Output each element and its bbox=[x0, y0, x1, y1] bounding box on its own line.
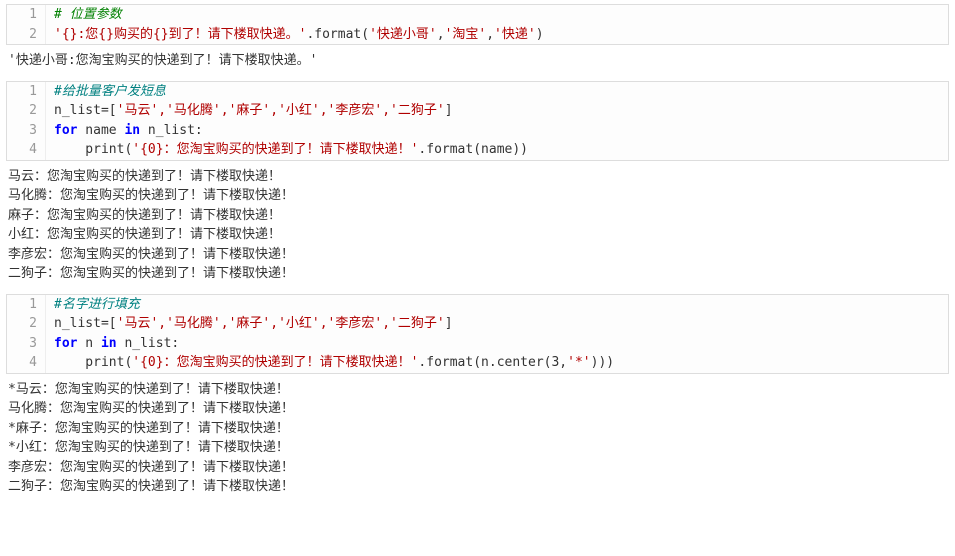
code-row: 3 for name in n_list: bbox=[7, 121, 948, 141]
code-row: 1 # 位置参数 bbox=[7, 5, 948, 25]
line-number: 4 bbox=[7, 140, 46, 160]
format-rest: .format(n.center(3, bbox=[418, 355, 567, 370]
code-row: 1 #给批量客户发短息 bbox=[7, 82, 948, 102]
string-literal: '{}:您{}购买的{}到了！请下楼取快递。' bbox=[54, 27, 306, 42]
star-arg: '*' bbox=[567, 355, 590, 370]
print-call: print( bbox=[54, 142, 132, 157]
code-row: 2 n_list=['马云','马化腾','麻子','小红','李彦宏','二狗… bbox=[7, 101, 948, 121]
code-content: n_list=['马云','马化腾','麻子','小红','李彦宏','二狗子'… bbox=[46, 101, 453, 121]
format-rest: .format(name)) bbox=[418, 142, 528, 157]
code-row: 1 #名字进行填充 bbox=[7, 295, 948, 315]
code-row: 3 for n in n_list: bbox=[7, 334, 948, 354]
string-arg: '淘宝' bbox=[445, 27, 487, 42]
bracket-close: ] bbox=[445, 103, 453, 118]
code-content: for name in n_list: bbox=[46, 121, 203, 141]
comma: , bbox=[437, 27, 445, 42]
comment: # 位置参数 bbox=[54, 7, 122, 22]
line-number: 1 bbox=[7, 295, 46, 315]
loop-rest: n_list: bbox=[140, 123, 203, 138]
comment: #名字进行填充 bbox=[54, 297, 140, 312]
code-block-1: 1 # 位置参数 2 '{}:您{}购买的{}到了！请下楼取快递。'.forma… bbox=[6, 4, 949, 45]
string-arg: '快递小哥' bbox=[369, 27, 437, 42]
code-row: 2 '{}:您{}购买的{}到了！请下楼取快递。'.format('快递小哥',… bbox=[7, 25, 948, 45]
loop-rest: n_list: bbox=[117, 336, 180, 351]
comma: , bbox=[486, 27, 494, 42]
code-block-3: 1 #名字进行填充 2 n_list=['马云','马化腾','麻子','小红'… bbox=[6, 294, 949, 374]
code-row: 4 print('{0}：您淘宝购买的快递到了！请下楼取快递！'.format(… bbox=[7, 353, 948, 373]
line-number: 2 bbox=[7, 101, 46, 121]
keyword-in: in bbox=[124, 123, 140, 138]
line-number: 1 bbox=[7, 82, 46, 102]
paren-close: ))) bbox=[591, 355, 614, 370]
line-number: 3 bbox=[7, 334, 46, 354]
format-string: '{0}：您淘宝购买的快递到了！请下楼取快递！' bbox=[132, 142, 418, 157]
output-2: 马云：您淘宝购买的快递到了！请下楼取快递！ 马化腾：您淘宝购买的快递到了！请下楼… bbox=[8, 167, 947, 284]
line-number: 2 bbox=[7, 25, 46, 45]
code-content: for n in n_list: bbox=[46, 334, 179, 354]
loop-var: name bbox=[77, 123, 124, 138]
output-3: *马云：您淘宝购买的快递到了！请下楼取快递！ 马化腾：您淘宝购买的快递到了！请下… bbox=[8, 380, 947, 497]
code-row: 4 print('{0}：您淘宝购买的快递到了！请下楼取快递！'.format(… bbox=[7, 140, 948, 160]
list-items: '马云','马化腾','麻子','小红','李彦宏','二狗子' bbox=[117, 103, 445, 118]
list-items: '马云','马化腾','麻子','小红','李彦宏','二狗子' bbox=[117, 316, 445, 331]
format-call: .format( bbox=[306, 27, 369, 42]
line-number: 3 bbox=[7, 121, 46, 141]
line-number: 1 bbox=[7, 5, 46, 25]
code-content: print('{0}：您淘宝购买的快递到了！请下楼取快递！'.format(n.… bbox=[46, 353, 614, 373]
code-content: print('{0}：您淘宝购买的快递到了！请下楼取快递！'.format(na… bbox=[46, 140, 528, 160]
code-row: 2 n_list=['马云','马化腾','麻子','小红','李彦宏','二狗… bbox=[7, 314, 948, 334]
paren-close: ) bbox=[536, 27, 544, 42]
code-content: n_list=['马云','马化腾','麻子','小红','李彦宏','二狗子'… bbox=[46, 314, 453, 334]
line-number: 4 bbox=[7, 353, 46, 373]
code-content: #给批量客户发短息 bbox=[46, 82, 166, 102]
code-content: # 位置参数 bbox=[46, 5, 122, 25]
var-assign: n_list=[ bbox=[54, 316, 117, 331]
code-content: '{}:您{}购买的{}到了！请下楼取快递。'.format('快递小哥','淘… bbox=[46, 25, 544, 45]
format-string: '{0}：您淘宝购买的快递到了！请下楼取快递！' bbox=[132, 355, 418, 370]
code-block-2: 1 #给批量客户发短息 2 n_list=['马云','马化腾','麻子','小… bbox=[6, 81, 949, 161]
keyword-in: in bbox=[101, 336, 117, 351]
comment: #给批量客户发短息 bbox=[54, 84, 166, 99]
keyword-for: for bbox=[54, 123, 77, 138]
keyword-for: for bbox=[54, 336, 77, 351]
code-content: #名字进行填充 bbox=[46, 295, 140, 315]
line-number: 2 bbox=[7, 314, 46, 334]
string-arg: '快递' bbox=[494, 27, 536, 42]
output-1: '快递小哥:您淘宝购买的快递到了！请下楼取快递。' bbox=[8, 51, 947, 71]
print-call: print( bbox=[54, 355, 132, 370]
var-assign: n_list=[ bbox=[54, 103, 117, 118]
bracket-close: ] bbox=[445, 316, 453, 331]
loop-var: n bbox=[77, 336, 100, 351]
